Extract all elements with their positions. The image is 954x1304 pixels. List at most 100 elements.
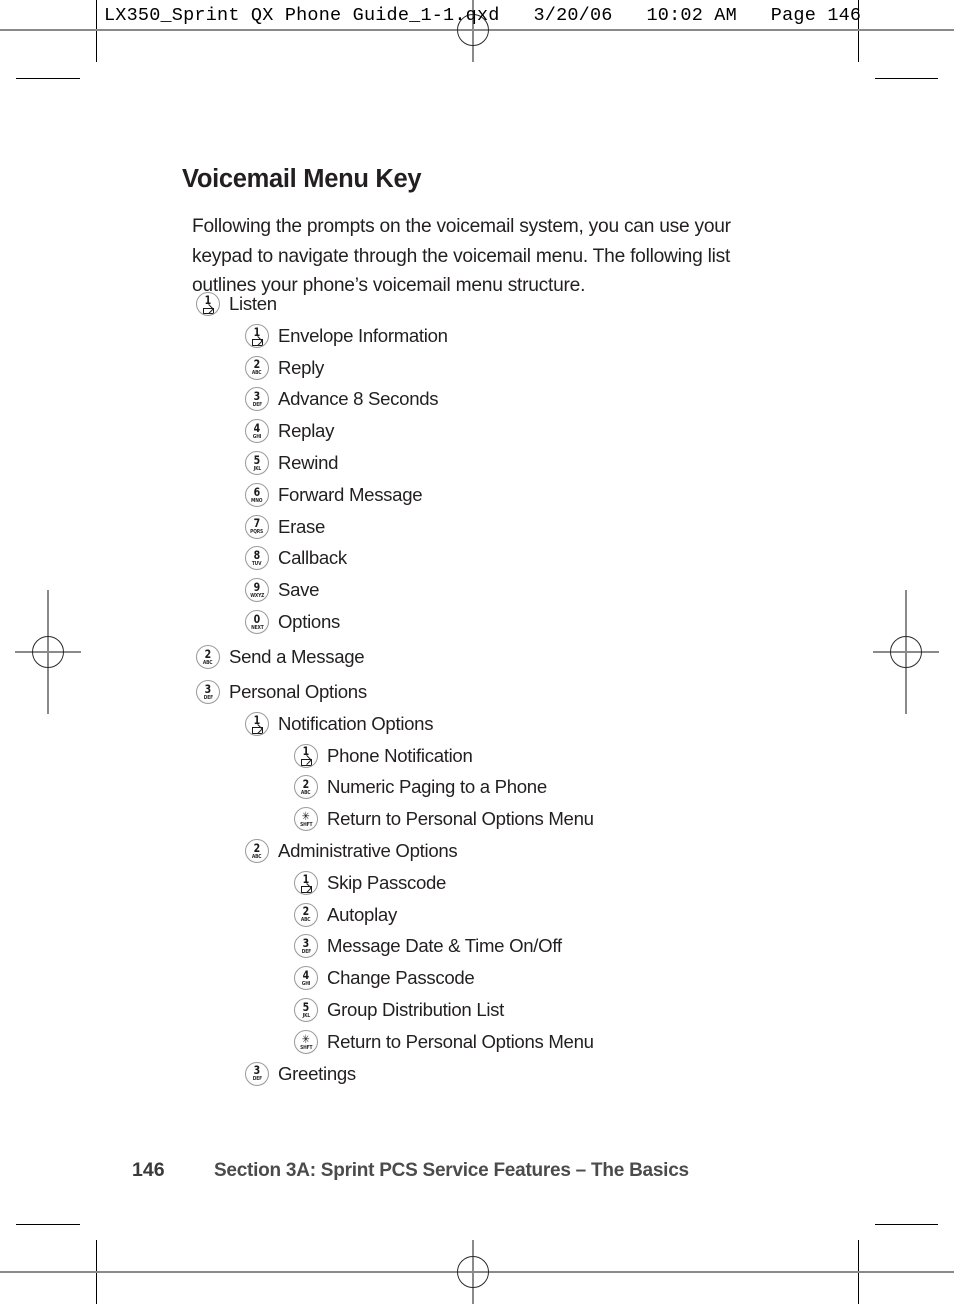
menu-item-label: Autoplay <box>327 903 397 925</box>
key-number: 5 <box>302 999 310 1014</box>
print-slug: LX350_Sprint QX Phone Guide_1-1.qxd 3/20… <box>104 5 862 26</box>
key-sublabel: ABC <box>301 917 311 924</box>
menu-item-label: Return to Personal Options Menu <box>327 808 594 830</box>
menu-item-label: Send a Message <box>229 645 365 667</box>
key-sublabel: SHFT <box>299 822 313 829</box>
crop-mark-top-left-horizontal <box>16 78 80 79</box>
key-sublabel: ABC <box>252 370 262 377</box>
menu-item: 9 WXYZ Save <box>0 578 954 603</box>
menu-item: 2 ABC Numeric Paging to a Phone <box>0 775 954 800</box>
keypad-key-1-icon: 1 <box>245 711 269 736</box>
keypad-key-3-icon: 3 DEF <box>245 387 269 412</box>
menu-item: 2 ABC Reply <box>0 355 954 380</box>
keypad-key-6-icon: 6 MNO <box>245 482 269 507</box>
menu-item: 1 Envelope Information <box>0 323 954 348</box>
menu-item: 1 Notification Options <box>0 711 954 736</box>
key-number: 8 <box>253 548 261 563</box>
keypad-key-5-icon: 5 JKL <box>294 997 318 1022</box>
key-sublabel: DEF <box>252 1076 262 1083</box>
menu-item: 2 ABC Send a Message <box>0 644 954 669</box>
menu-item-label: Save <box>278 579 320 601</box>
keypad-key-3-icon: 3 DEF <box>196 679 220 704</box>
menu-item-label: Personal Options <box>229 680 367 702</box>
crop-mark-top-right-horizontal <box>875 78 938 79</box>
menu-item-label: Message Date & Time On/Off <box>327 935 562 957</box>
key-number: 3 <box>253 389 261 404</box>
menu-item-label: Reply <box>278 356 325 378</box>
menu-item: 3 DEF Greetings <box>0 1061 954 1086</box>
key-sublabel: ABC <box>252 853 262 860</box>
menu-item: 1 Listen <box>0 292 954 316</box>
key-number: 2 <box>253 840 261 855</box>
envelope-icon <box>300 759 312 766</box>
keypad-key-2-icon: 2 ABC <box>196 644 220 669</box>
key-sublabel: DEF <box>301 949 311 956</box>
key-number: 4 <box>253 421 261 436</box>
menu-item: 7 PQRS Erase <box>0 514 954 539</box>
keypad-key-9-icon: 9 WXYZ <box>245 578 269 603</box>
key-sublabel: WXYZ <box>249 593 264 600</box>
key-number: ✳ <box>302 809 310 824</box>
keypad-key-star-icon: ✳ SHFT <box>294 807 318 832</box>
key-sublabel: JKL <box>302 1012 310 1019</box>
menu-item: 0 NEXT Options <box>0 609 954 634</box>
envelope-icon <box>202 307 214 315</box>
menu-item-label: Erase <box>278 515 326 537</box>
menu-item: 1 Skip Passcode <box>0 870 954 895</box>
running-head: Section 3A: Sprint PCS Service Features … <box>214 1160 689 1181</box>
voicemail-menu-list: 1 Listen 1 Envelope Information 2 ABC Reply 3 DE… <box>0 292 954 1093</box>
menu-item: 3 DEF Advance 8 Seconds <box>0 387 954 412</box>
key-sublabel: SHFT <box>299 1044 313 1051</box>
menu-item: 5 JKL Rewind <box>0 450 954 475</box>
keypad-key-2-icon: 2 ABC <box>294 775 318 800</box>
keypad-key-2-icon: 2 ABC <box>245 355 269 380</box>
menu-item-label: Rewind <box>278 451 339 473</box>
key-sublabel: JKL <box>253 465 261 472</box>
menu-item: 2 ABC Administrative Options <box>0 838 954 863</box>
intro-paragraph: Following the prompts on the voicemail s… <box>192 216 731 297</box>
keypad-key-1-icon: 1 <box>294 743 318 768</box>
menu-item: 4 GHI Replay <box>0 419 954 444</box>
menu-item: ✳ SHFT Return to Personal Options Menu <box>0 807 954 832</box>
key-sublabel: DEF <box>252 402 262 409</box>
menu-item: 4 GHI Change Passcode <box>0 966 954 991</box>
key-number: 5 <box>253 452 261 467</box>
keypad-key-1-icon: 1 <box>196 292 220 316</box>
key-number: 9 <box>253 580 261 595</box>
keypad-key-2-icon: 2 ABC <box>294 902 318 927</box>
menu-item-label: Change Passcode <box>327 967 475 989</box>
key-number: 6 <box>253 484 261 499</box>
key-sublabel: GHI <box>252 434 262 441</box>
menu-item: 8 TUV Callback <box>0 546 954 571</box>
crop-mark-bottom-left-horizontal <box>16 1224 80 1225</box>
key-number: 2 <box>253 357 261 372</box>
menu-item-label: Group Distribution List <box>327 998 505 1020</box>
key-number: 2 <box>204 646 212 661</box>
menu-item-label: Callback <box>278 547 347 569</box>
menu-item-label: Listen <box>229 293 277 314</box>
keypad-key-4-icon: 4 GHI <box>294 966 318 991</box>
key-sublabel: TUV <box>252 561 262 568</box>
key-number: 3 <box>302 936 310 951</box>
key-sublabel: ABC <box>301 790 311 797</box>
menu-item: 5 JKL Group Distribution List <box>0 997 954 1022</box>
keypad-key-5-icon: 5 JKL <box>245 450 269 475</box>
key-number: 4 <box>302 968 310 983</box>
keypad-key-1-icon: 1 <box>294 870 318 895</box>
page-footer: 146 Section 3A: Sprint PCS Service Featu… <box>132 1159 689 1182</box>
key-number: 2 <box>302 777 310 792</box>
keypad-key-3-icon: 3 DEF <box>245 1061 269 1086</box>
menu-item-label: Options <box>278 610 340 632</box>
key-sublabel: MNO <box>251 497 263 504</box>
keypad-key-star-icon: ✳ SHFT <box>294 1029 318 1054</box>
key-number: ✳ <box>302 1031 310 1046</box>
key-number: 3 <box>253 1063 261 1078</box>
keypad-key-1-icon: 1 <box>245 323 269 348</box>
key-sublabel: ABC <box>203 659 213 666</box>
menu-item-label: Return to Personal Options Menu <box>327 1030 594 1052</box>
key-sublabel: DEF <box>203 694 213 701</box>
menu-item-label: Notification Options <box>278 712 434 734</box>
crop-mark-top-left-vertical <box>96 0 97 62</box>
menu-item-label: Numeric Paging to a Phone <box>327 776 547 798</box>
keypad-key-4-icon: 4 GHI <box>245 419 269 444</box>
